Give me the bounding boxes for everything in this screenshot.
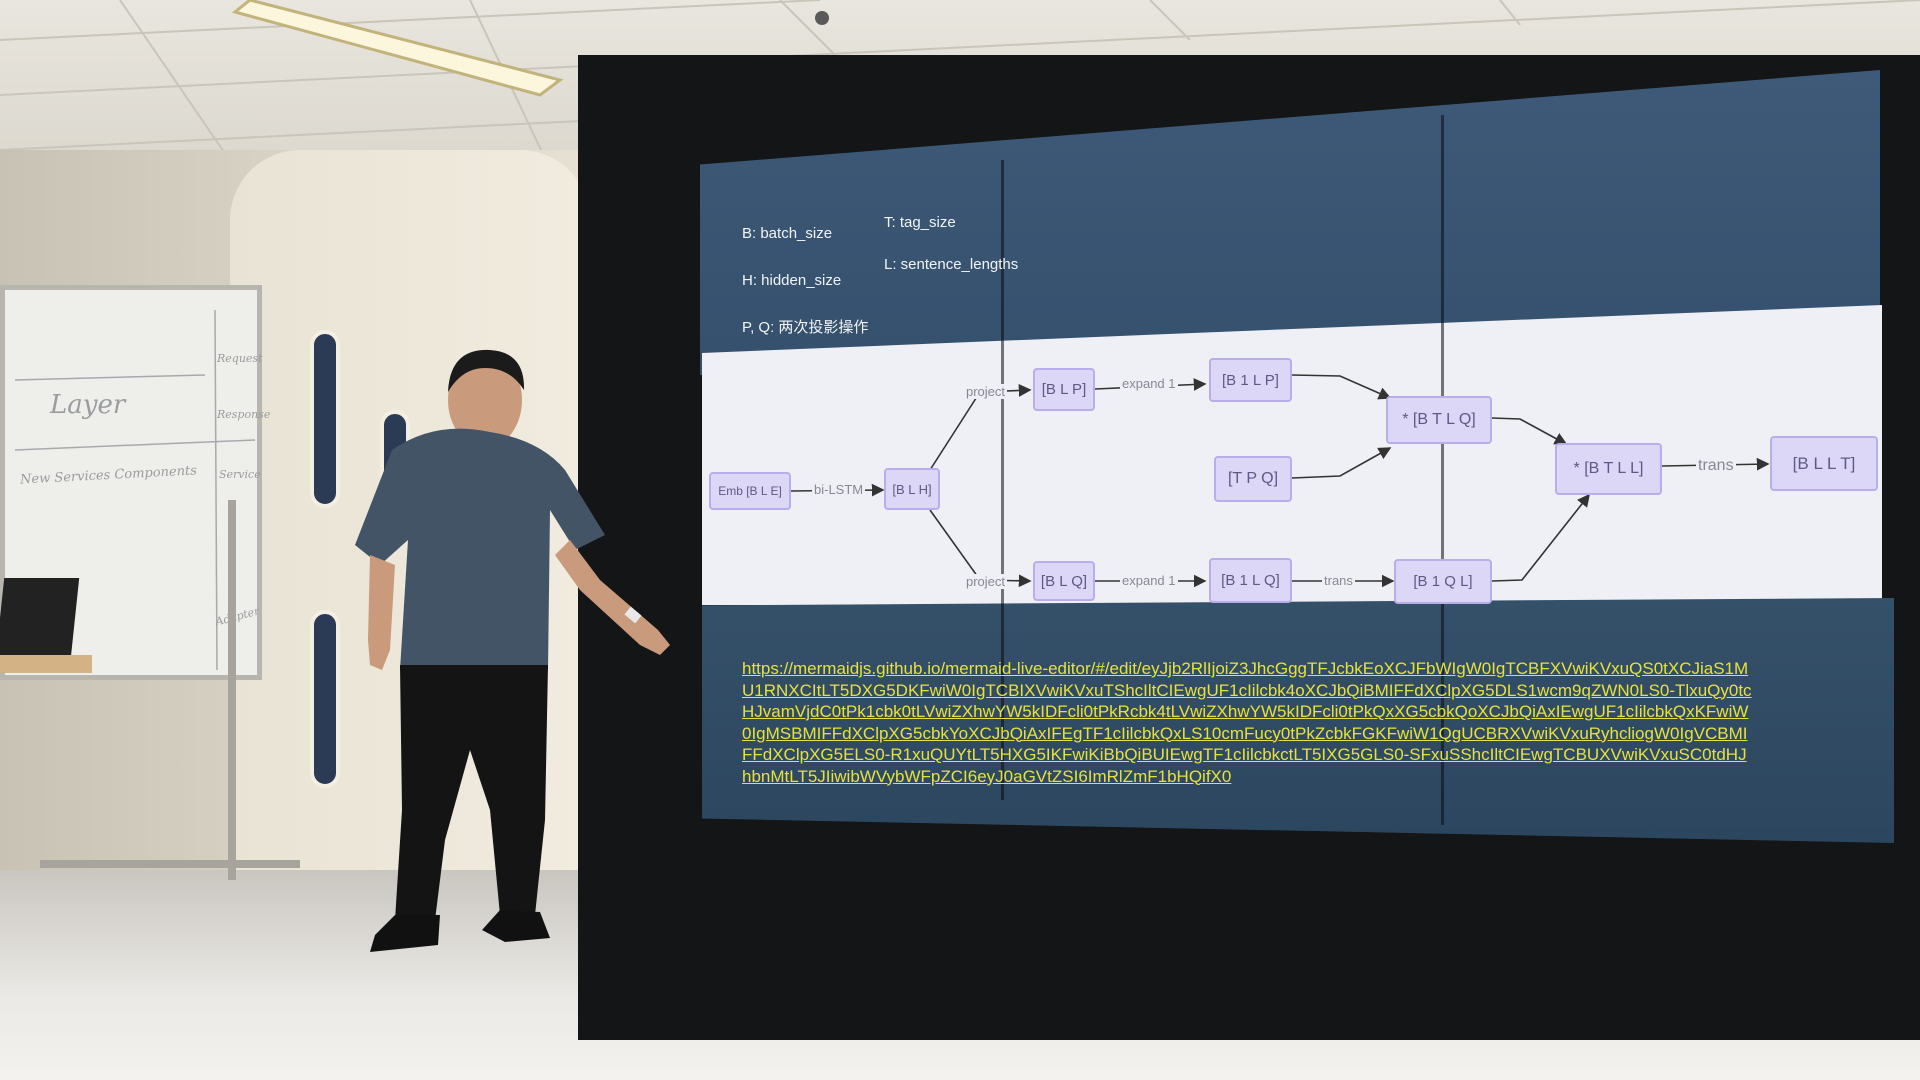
presenter-pants bbox=[395, 665, 548, 920]
node-b1ql: [B 1 Q L] bbox=[1394, 559, 1492, 604]
presenter-arm-left bbox=[368, 555, 395, 670]
whiteboard-stand bbox=[228, 500, 236, 880]
link-line[interactable]: HJvamVjdC0tPk1cbk0tLVwiZXhwYW5kIDFcli0tP… bbox=[742, 701, 1822, 723]
presenter bbox=[355, 349, 670, 952]
node-b1lq: [B 1 L Q] bbox=[1209, 558, 1292, 603]
label-project-top: project bbox=[964, 384, 1008, 399]
link-line[interactable]: hbnMtLT5JIiwibWVybWFpZCI6eyJ0aGVtZSI6ImR… bbox=[742, 766, 1822, 788]
laptop bbox=[0, 578, 80, 658]
label-bilstm: bi-LSTM bbox=[812, 482, 866, 497]
node-emb: Emb [B L E] bbox=[709, 472, 791, 510]
node-blh: [B L H] bbox=[884, 468, 940, 510]
whiteboard-note: Layer bbox=[50, 390, 126, 420]
label-trans-right: trans bbox=[1696, 457, 1736, 475]
link-line[interactable]: FFdXClpXG5ELS0-R1xuQUYtLT5HXG5IKFwiKiBbQ… bbox=[742, 744, 1822, 766]
laptop-desk bbox=[0, 655, 92, 673]
mermaid-editor-link[interactable]: https://mermaidjs.github.io/mermaid-live… bbox=[742, 658, 1822, 787]
diagram-edges bbox=[790, 374, 1770, 588]
node-tpq: [T P Q] bbox=[1214, 456, 1292, 502]
link-line[interactable]: 0IgMSBMIFFdXClpXG5cbkYoXCJbQiAxIFEgTF1cI… bbox=[742, 723, 1822, 745]
node-btlq: * [B T L Q] bbox=[1386, 396, 1492, 444]
label-expand-bottom: expand 1 bbox=[1120, 573, 1178, 588]
label-project-bottom: project bbox=[964, 574, 1008, 589]
whiteboard-note: Request bbox=[217, 352, 263, 365]
node-btll: * [B T L L] bbox=[1555, 443, 1662, 495]
node-blp: [B L P] bbox=[1033, 368, 1095, 411]
node-bllt: [B L L T] bbox=[1770, 436, 1878, 491]
label-trans-bottom: trans bbox=[1322, 573, 1355, 588]
node-blq: [B L Q] bbox=[1033, 561, 1095, 601]
link-line[interactable]: https://mermaidjs.github.io/mermaid-live… bbox=[742, 658, 1822, 680]
label-expand-top: expand 1 bbox=[1120, 376, 1178, 391]
whiteboard-note: Service bbox=[219, 468, 261, 481]
presenter-shoe-left bbox=[370, 915, 440, 952]
whiteboard-note: Response bbox=[217, 408, 271, 421]
presenter-arm-right bbox=[555, 540, 670, 655]
presenter-shoe-right bbox=[482, 910, 550, 942]
node-b1lp: [B 1 L P] bbox=[1209, 358, 1292, 402]
link-line[interactable]: U1RNXCItLT5DXG5DKFwiW0IgTCBIXVwiKVxuTShc… bbox=[742, 680, 1822, 702]
whiteboard-foot bbox=[40, 860, 300, 868]
